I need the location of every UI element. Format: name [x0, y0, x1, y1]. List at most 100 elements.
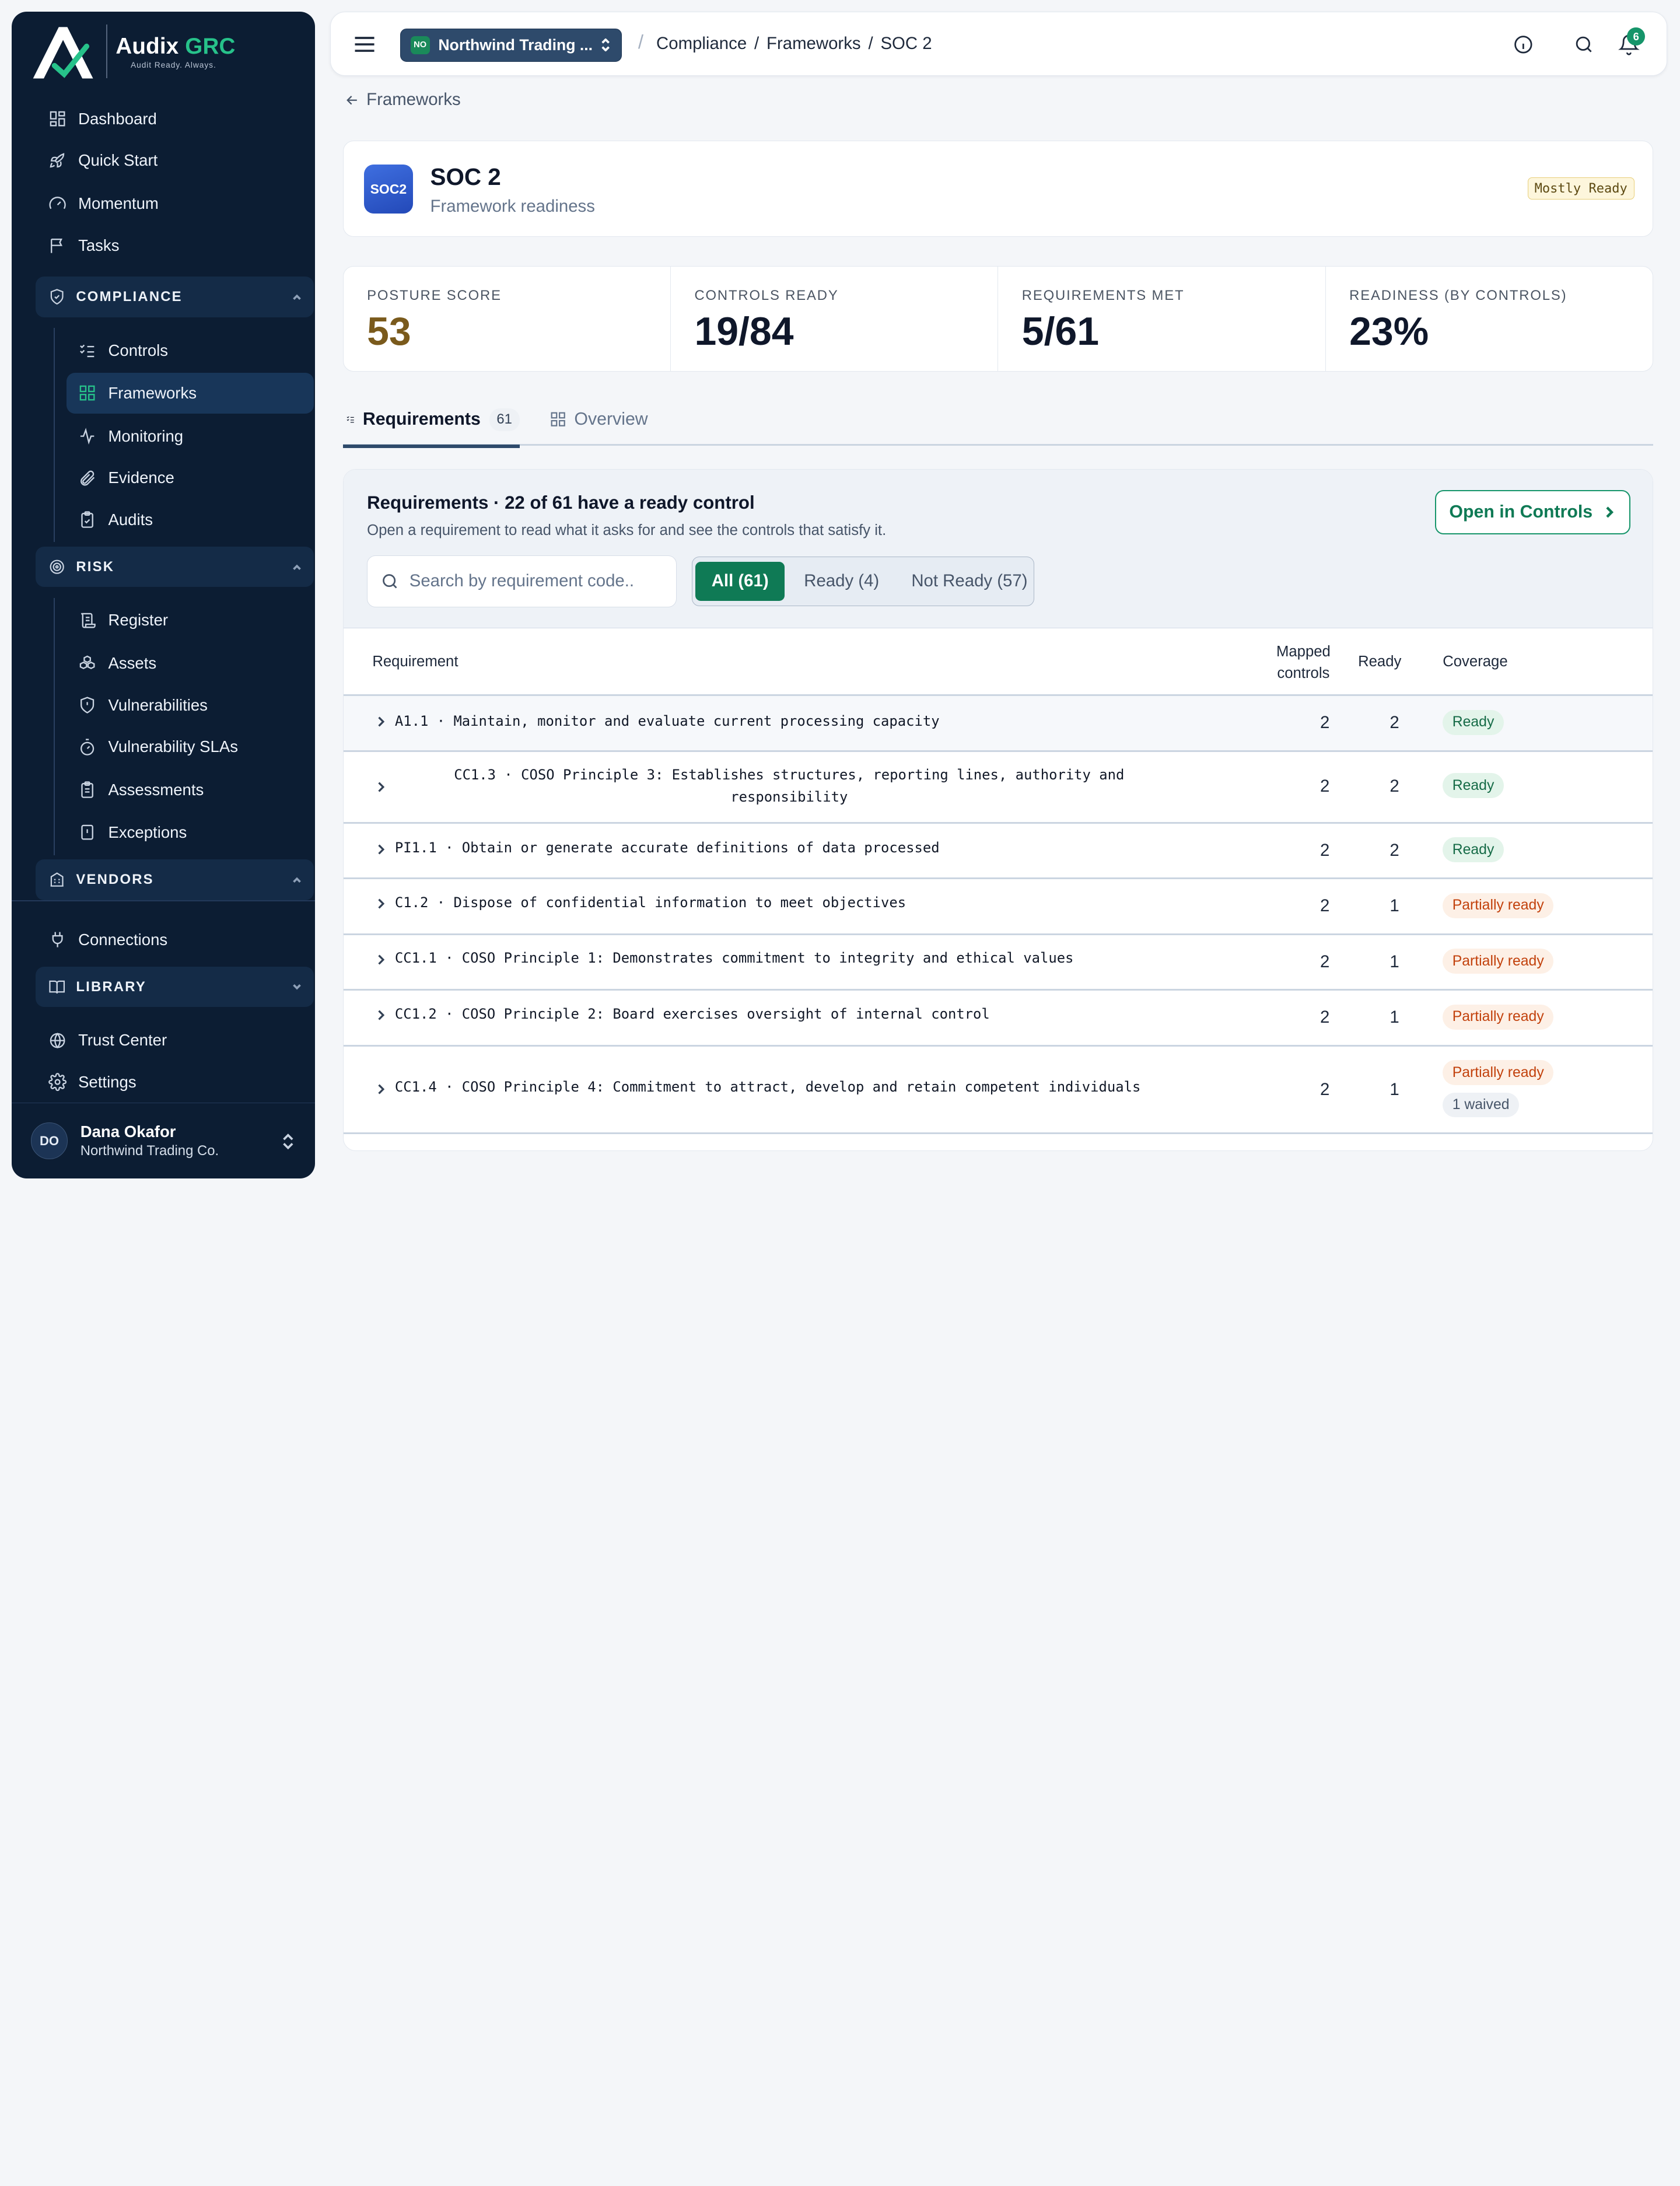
nav-trust-center[interactable]: Trust Center: [36, 1021, 314, 1059]
nav-exceptions-label: Exceptions: [108, 823, 187, 842]
requirements-panel: Requirements · 22 of 61 have a ready con…: [342, 469, 1654, 1151]
sidebar: Audix GRC Audit Ready. Always. Dashboard…: [12, 12, 315, 1179]
info-icon[interactable]: [1513, 34, 1534, 55]
nav-monitoring-label: Monitoring: [108, 426, 184, 445]
chevron-right-icon: [378, 954, 385, 965]
column-mapped-controls[interactable]: Mapped controls: [1265, 641, 1342, 684]
chevrons-up-down-icon: [283, 1134, 293, 1150]
boxes-icon: [79, 655, 95, 670]
stats-row: POSTURE SCORE 53 CONTROLS READY 19/84 RE…: [342, 265, 1654, 372]
table-row[interactable]: A1.1 · Maintain, monitor and evaluate cu…: [343, 696, 1653, 752]
requirement-search-input[interactable]: [409, 571, 667, 592]
requirement-text: C1.2 · Dispose of confidential informati…: [394, 894, 907, 911]
nav-controls-label: Controls: [108, 341, 169, 359]
table-row[interactable]: CC1.4 · COSO Principle 4: Commitment to …: [343, 1047, 1653, 1135]
tab-overview[interactable]: Overview: [550, 393, 648, 446]
requirements-description: Open a requirement to read what it asks …: [367, 522, 887, 539]
table-row[interactable]: CC1.3 · COSO Principle 3: Establishes st…: [343, 752, 1653, 824]
section-vendors-label: VENDORS: [76, 871, 154, 887]
column-ready[interactable]: Ready: [1358, 653, 1401, 670]
chevron-right-icon: [378, 1010, 385, 1020]
nav-quick-start[interactable]: Quick Start: [36, 141, 314, 180]
section-library-label: LIBRARY: [76, 978, 146, 995]
table-row[interactable]: PI1.1 · Obtain or generate accurate defi…: [343, 824, 1653, 880]
requirement-text: CC1.3 · COSO Principle 3: Establishes st…: [454, 766, 1125, 806]
table-row[interactable]: CC1.2 · COSO Principle 2: Board exercise…: [343, 991, 1653, 1047]
readiness-filter: All (61) Ready (4) Not Ready (57): [691, 557, 1035, 606]
nav-connections[interactable]: Connections: [36, 921, 314, 959]
requirements-panel-header: Requirements · 22 of 61 have a ready con…: [343, 470, 1653, 629]
section-risk-label: RISK: [76, 558, 115, 575]
column-requirement[interactable]: Requirement: [372, 653, 458, 670]
nav-settings[interactable]: Settings: [36, 1063, 314, 1101]
menu-icon[interactable]: [352, 32, 377, 57]
back-to-frameworks-link[interactable]: Frameworks: [344, 90, 461, 110]
section-vendors[interactable]: VENDORS: [35, 859, 314, 900]
nav-assessments-label: Assessments: [108, 780, 204, 799]
coverage-badge: Ready: [1443, 773, 1504, 798]
org-selector[interactable]: NO Northwind Trading ...: [400, 28, 622, 62]
stat-value: 19/84: [694, 309, 794, 354]
section-risk[interactable]: RISK: [35, 546, 314, 587]
paperclip-icon: [80, 470, 95, 486]
stat-label: POSTURE SCORE: [367, 288, 502, 304]
ready-count: 1: [1390, 1008, 1399, 1027]
timer-icon: [80, 738, 94, 756]
nav-frameworks[interactable]: Frameworks: [66, 373, 314, 414]
section-library[interactable]: LIBRARY: [35, 966, 314, 1008]
shield-check-icon: [50, 289, 64, 305]
breadcrumb-divider: /: [638, 32, 644, 54]
scroll-icon: [81, 613, 96, 628]
open-in-controls-button[interactable]: Open in Controls: [1435, 490, 1630, 534]
filter-ready[interactable]: Ready (4): [788, 562, 895, 601]
column-mapped-line1: Mapped: [1276, 643, 1331, 660]
stat-value: 53: [367, 309, 411, 354]
nav-exceptions[interactable]: Exceptions: [66, 813, 314, 852]
nav-register[interactable]: Register: [66, 601, 314, 639]
target-icon: [50, 559, 64, 574]
nav-assessments[interactable]: Assessments: [66, 771, 314, 809]
org-badge: NO: [410, 36, 430, 54]
breadcrumb-separator: /: [868, 33, 873, 53]
nav-dashboard-label: Dashboard: [78, 109, 157, 128]
breadcrumb-frameworks[interactable]: Frameworks: [766, 34, 861, 54]
dashboard-icon: [50, 111, 65, 127]
nav-assets[interactable]: Assets: [66, 644, 314, 683]
nav-tasks[interactable]: Tasks: [36, 226, 314, 265]
avatar: DO: [31, 1122, 68, 1159]
top-bar: NO Northwind Trading ... / Compliance / …: [330, 12, 1667, 76]
nav-vulnerabilities[interactable]: Vulnerabilities: [66, 685, 314, 724]
nav-audits[interactable]: Audits: [66, 501, 314, 539]
brand-logo[interactable]: Audix GRC Audit Ready. Always.: [31, 18, 235, 85]
stat-label: READINESS (BY CONTROLS): [1349, 288, 1567, 304]
section-compliance[interactable]: COMPLIANCE: [35, 276, 314, 317]
nav-controls[interactable]: Controls: [66, 331, 314, 370]
mapped-count: 2: [1320, 1008, 1330, 1027]
nav-settings-label: Settings: [78, 1073, 136, 1092]
user-menu[interactable]: DO Dana Okafor Northwind Trading Co.: [12, 1102, 315, 1178]
coverage-badge: Partially ready: [1443, 949, 1554, 974]
breadcrumb: Compliance / Frameworks / SOC 2: [656, 34, 932, 54]
nav-momentum-label: Momentum: [78, 194, 159, 212]
nav-evidence[interactable]: Evidence: [66, 459, 314, 497]
nav-audits-label: Audits: [108, 510, 153, 529]
tab-requirements[interactable]: Requirements 61: [342, 393, 520, 448]
breadcrumb-compliance[interactable]: Compliance: [656, 34, 747, 54]
list-checks-icon: [346, 417, 355, 423]
nav-monitoring[interactable]: Monitoring: [66, 417, 314, 455]
user-org: Northwind Trading Co.: [80, 1143, 219, 1159]
table-row[interactable]: CC1.1 · COSO Principle 1: Demonstrates c…: [343, 935, 1653, 991]
chevron-right-icon: [378, 782, 385, 792]
table-row[interactable]: C1.2 · Dispose of confidential informati…: [343, 879, 1653, 935]
brand-name: Audix GRC: [116, 33, 236, 59]
nav-vulnerability-slas[interactable]: Vulnerability SLAs: [66, 727, 314, 766]
chevrons-up-down-icon: [601, 39, 610, 52]
filter-not-ready[interactable]: Not Ready (57): [895, 562, 1044, 601]
nav-dashboard[interactable]: Dashboard: [36, 100, 314, 138]
grid-icon: [79, 386, 95, 401]
column-coverage[interactable]: Coverage: [1443, 653, 1507, 670]
nav-momentum[interactable]: Momentum: [36, 184, 314, 223]
ready-count: 1: [1390, 952, 1399, 971]
search-icon[interactable]: [1573, 34, 1595, 55]
filter-all[interactable]: All (61): [695, 561, 785, 601]
